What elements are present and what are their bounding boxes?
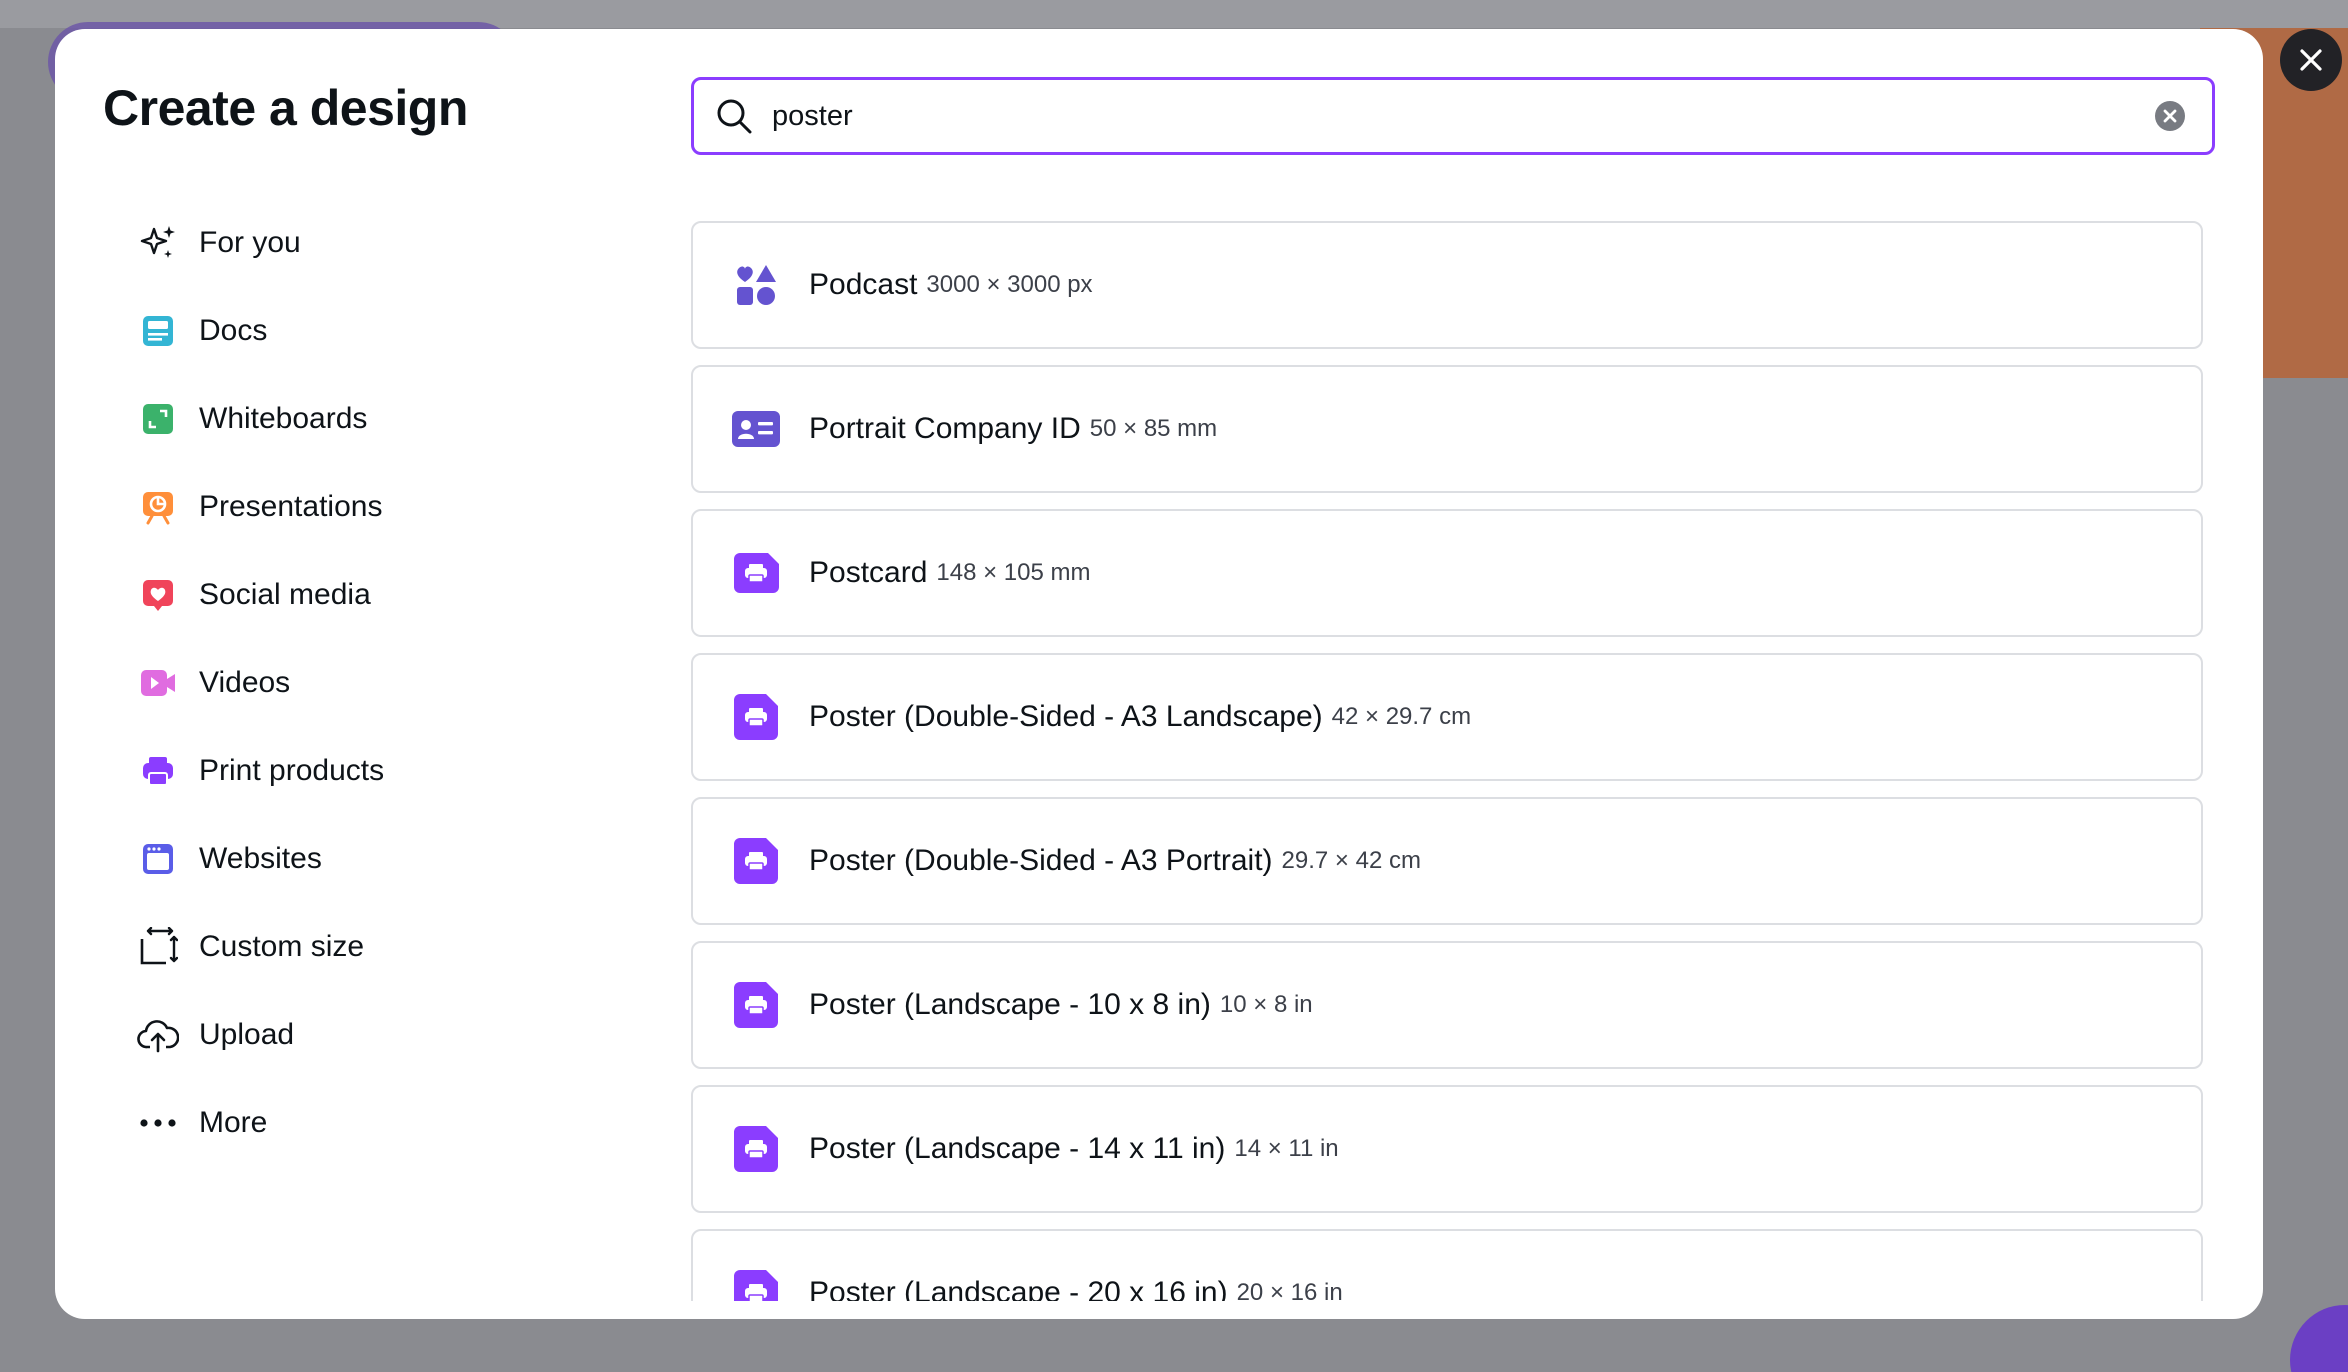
resize-icon — [135, 924, 181, 970]
search-input[interactable] — [772, 99, 2154, 133]
cloud-upload-icon — [135, 1012, 181, 1058]
nav-item-social-media[interactable]: Social media — [135, 551, 655, 639]
presentation-icon — [135, 484, 181, 530]
result-item[interactable]: Postcard 148 × 105 mm — [691, 509, 2203, 637]
result-item[interactable]: Poster (Landscape - 20 x 16 in) 20 × 16 … — [691, 1229, 2203, 1301]
close-button[interactable] — [2280, 29, 2342, 91]
result-item[interactable]: Poster (Double-Sided - A3 Landscape) 42 … — [691, 653, 2203, 781]
printer-icon — [135, 748, 181, 794]
podcast-shapes-icon — [731, 260, 781, 310]
print-product-icon — [731, 1124, 781, 1174]
search-results: Podcast 3000 × 3000 px Portrait Company … — [691, 221, 2203, 1301]
nav-item-for-you[interactable]: For you — [135, 199, 655, 287]
print-product-icon — [731, 980, 781, 1030]
nav-item-more[interactable]: More — [135, 1079, 655, 1167]
result-item[interactable]: Podcast 3000 × 3000 px — [691, 221, 2203, 349]
search-icon — [717, 99, 752, 134]
id-card-icon — [731, 404, 781, 454]
result-item[interactable]: Poster (Landscape - 10 x 8 in) 10 × 8 in — [691, 941, 2203, 1069]
result-item[interactable]: Portrait Company ID 50 × 85 mm — [691, 365, 2203, 493]
nav-item-print-products[interactable]: Print products — [135, 727, 655, 815]
nav-item-docs[interactable]: Docs — [135, 287, 655, 375]
create-design-modal: Create a design For you Docs Whiteboards… — [55, 29, 2263, 1319]
print-product-icon — [731, 1268, 781, 1301]
whiteboard-icon — [135, 396, 181, 442]
modal-title: Create a design — [103, 80, 468, 136]
more-dots-icon — [135, 1100, 181, 1146]
print-product-icon — [731, 836, 781, 886]
docs-icon — [135, 308, 181, 354]
nav-item-upload[interactable]: Upload — [135, 991, 655, 1079]
heart-icon — [135, 572, 181, 618]
print-product-icon — [731, 692, 781, 742]
nav-item-websites[interactable]: Websites — [135, 815, 655, 903]
backdrop-avatar — [2290, 1305, 2348, 1372]
result-item[interactable]: Poster (Landscape - 14 x 11 in) 14 × 11 … — [691, 1085, 2203, 1213]
nav-item-presentations[interactable]: Presentations — [135, 463, 655, 551]
sparkle-icon — [135, 220, 181, 266]
result-item[interactable]: Poster (Double-Sided - A3 Portrait) 29.7… — [691, 797, 2203, 925]
website-icon — [135, 836, 181, 882]
video-icon — [135, 660, 181, 706]
close-icon — [2300, 49, 2322, 71]
nav-item-custom-size[interactable]: Custom size — [135, 903, 655, 991]
category-nav: For you Docs Whiteboards Presentations S… — [135, 199, 655, 1167]
nav-item-whiteboards[interactable]: Whiteboards — [135, 375, 655, 463]
print-product-icon — [731, 548, 781, 598]
clear-search-icon[interactable] — [2154, 100, 2186, 132]
search-bar[interactable] — [691, 77, 2215, 155]
nav-item-videos[interactable]: Videos — [135, 639, 655, 727]
